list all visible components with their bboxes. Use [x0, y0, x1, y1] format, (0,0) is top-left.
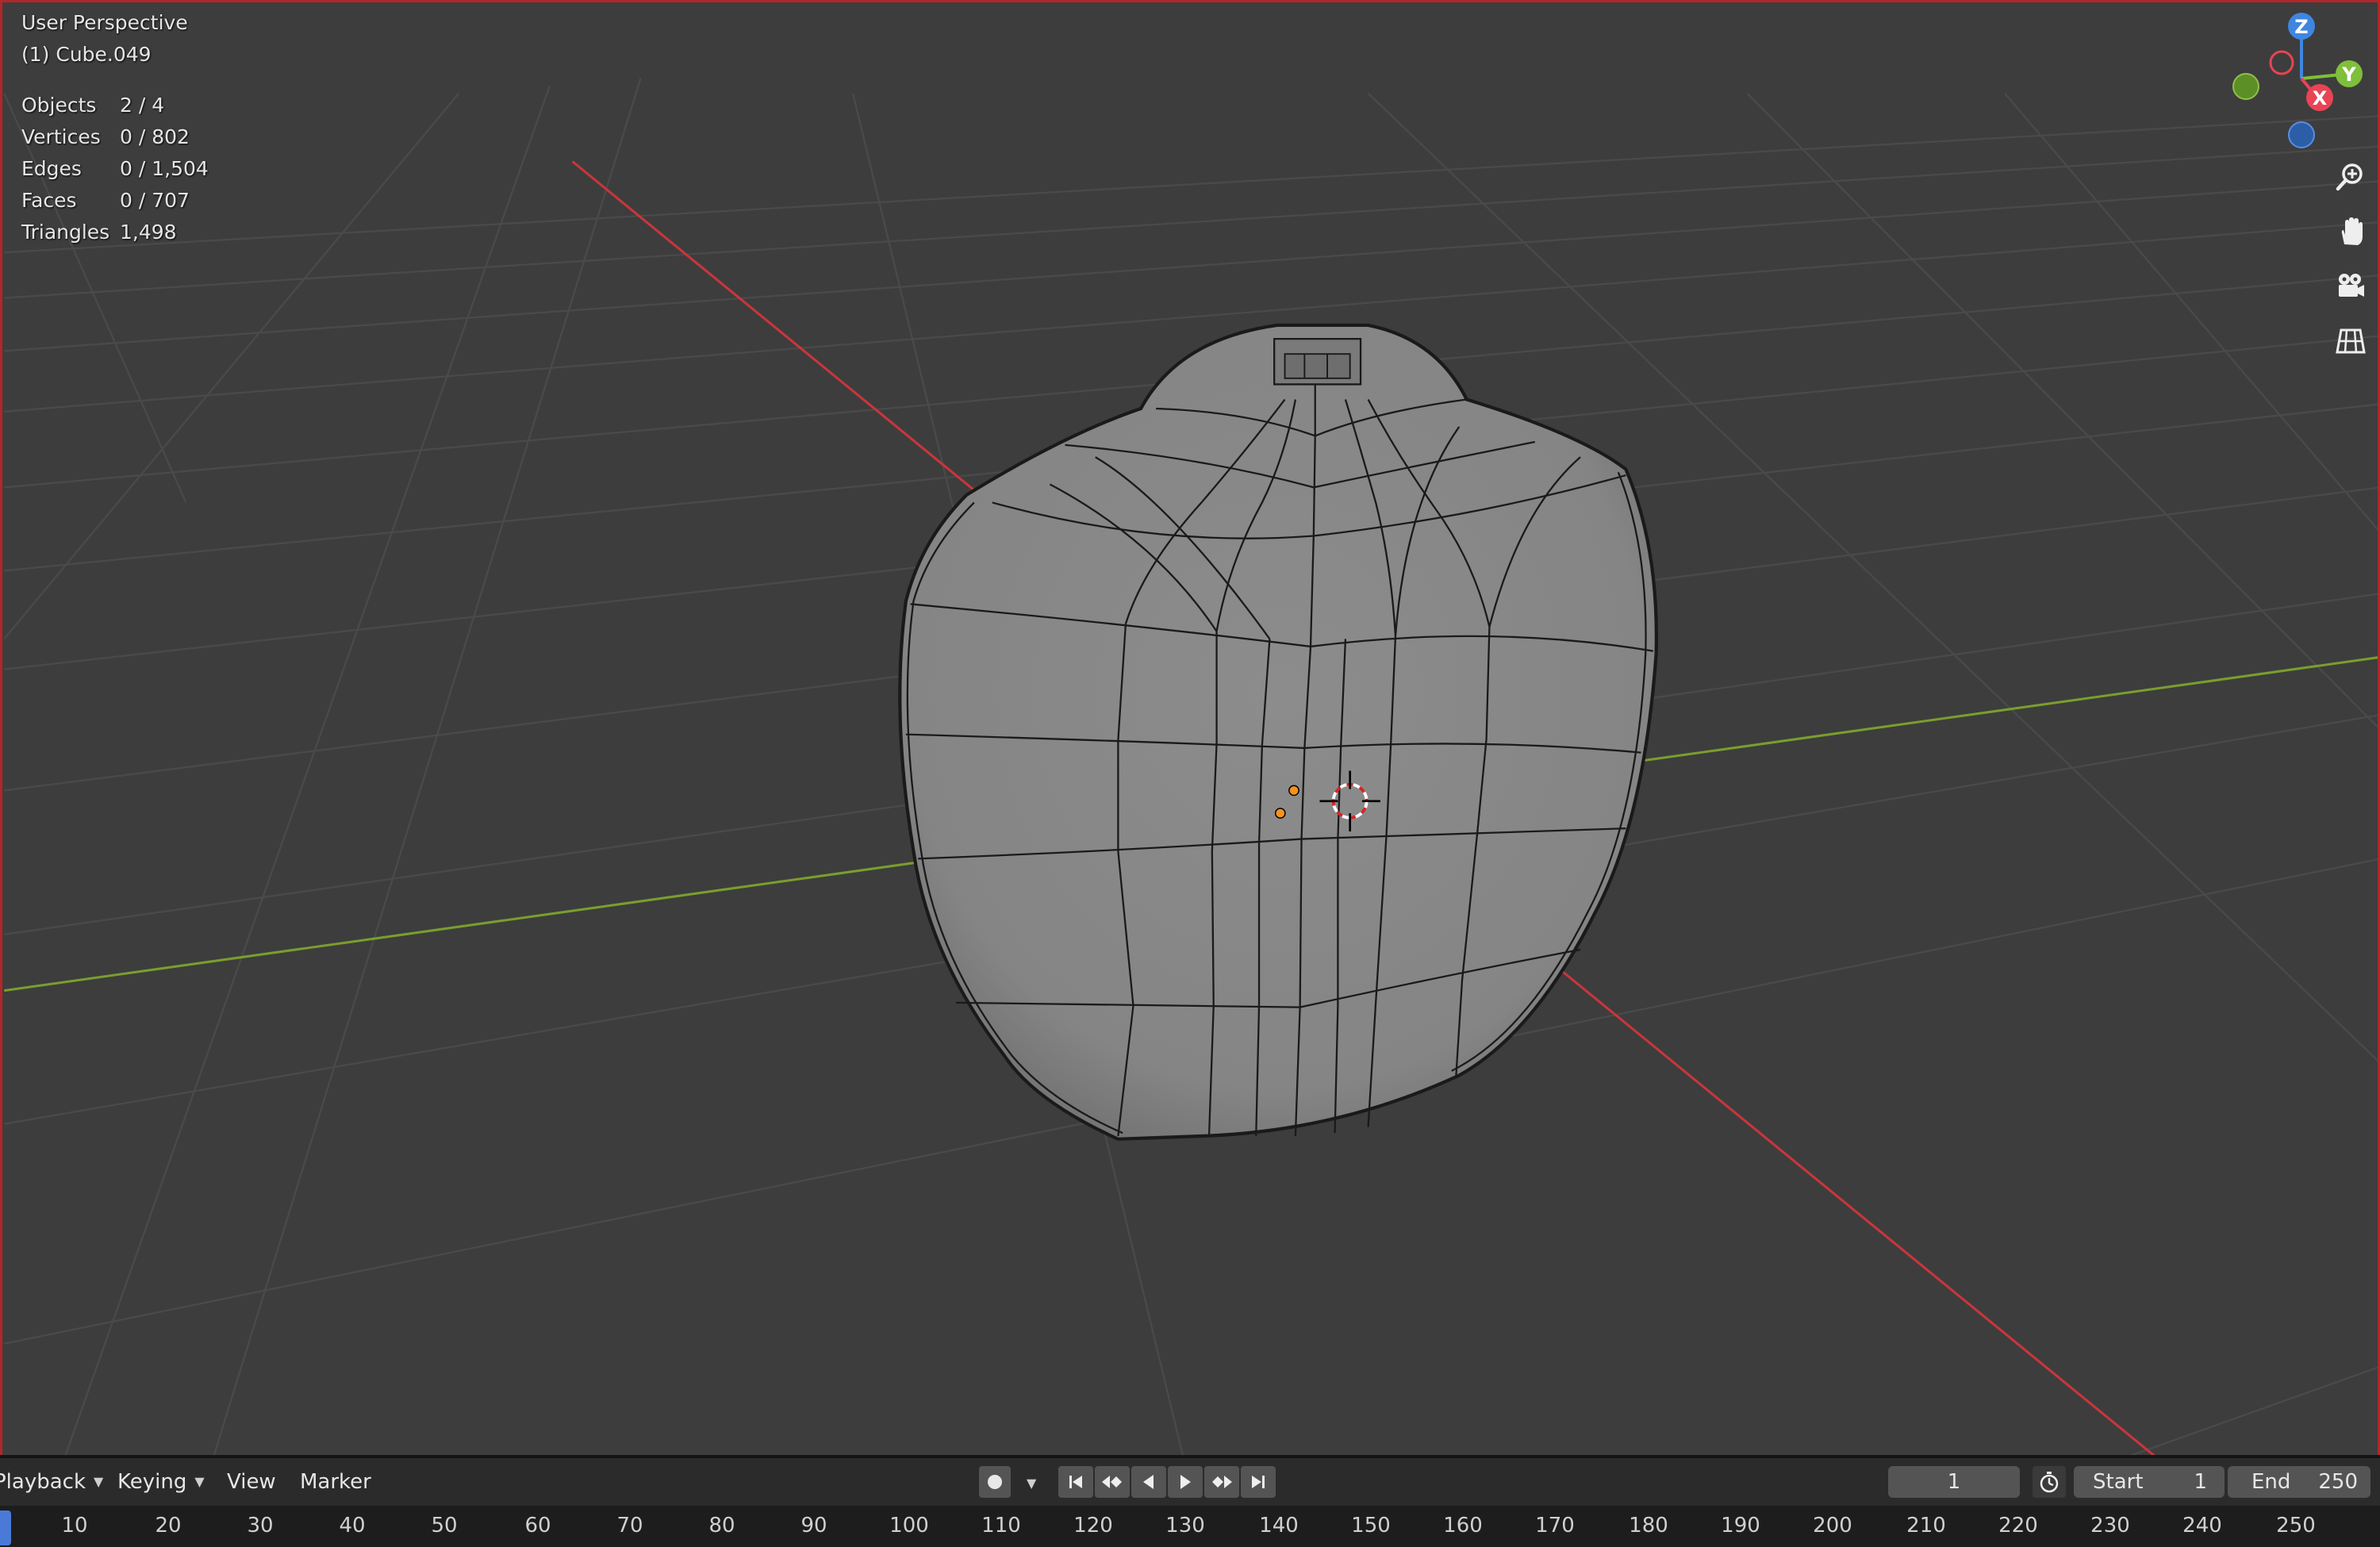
end-frame-field[interactable]: End 250	[2228, 1466, 2370, 1498]
viewport-overlay-text: User Perspective (1) Cube.049 Objects 2 /…	[21, 7, 209, 248]
stat-value: 0 / 802	[120, 125, 190, 148]
origin-point[interactable]	[1288, 785, 1299, 797]
stat-row: Edges 0 / 1,504	[21, 153, 209, 185]
ruler-tick-label: 140	[1259, 1514, 1299, 1537]
stat-label: Triangles	[21, 221, 110, 244]
current-frame-value: 1	[1947, 1470, 1961, 1494]
marker-menu[interactable]: Marker	[300, 1468, 371, 1496]
active-object-name: (1) Cube.049	[21, 43, 152, 66]
record-button[interactable]	[979, 1466, 1011, 1498]
zoom-icon[interactable]	[2327, 153, 2374, 201]
ruler-tick-label: 60	[524, 1514, 551, 1537]
pan-hand-icon[interactable]	[2327, 208, 2374, 255]
view-name: User Perspective	[21, 11, 188, 34]
ruler-tick-label: 250	[2276, 1514, 2316, 1537]
ruler-tick-label: 240	[2182, 1514, 2222, 1537]
cube-049-mesh[interactable]	[898, 323, 1658, 1141]
stat-row: Vertices 0 / 802	[21, 121, 209, 153]
preview-range-toggle[interactable]	[2033, 1466, 2066, 1498]
ruler-tick-label: 160	[1443, 1514, 1483, 1537]
ruler-tick-label: 20	[155, 1514, 182, 1537]
jump-to-end-button[interactable]	[1241, 1466, 1276, 1498]
gizmo-neg-y[interactable]	[2232, 73, 2259, 100]
ortho-grid-icon[interactable]	[2327, 317, 2374, 365]
chevron-down-icon: ▼	[1027, 1476, 1037, 1491]
stat-label: Objects	[21, 94, 97, 117]
end-frame-label: End	[2251, 1470, 2291, 1494]
current-frame-field[interactable]: 1	[1888, 1466, 2020, 1498]
jump-start-icon	[1069, 1476, 1082, 1488]
jump-prev-keyframe-button[interactable]	[1095, 1466, 1130, 1498]
ruler-tick-label: 90	[800, 1514, 827, 1537]
stat-value: 2 / 4	[120, 94, 165, 117]
ruler-tick-label: 220	[1998, 1514, 2038, 1537]
stat-value: 1,498	[120, 221, 177, 244]
ruler-tick-label: 170	[1535, 1514, 1575, 1537]
view-menu-label: View	[227, 1470, 276, 1494]
stat-label: Edges	[21, 157, 82, 180]
ruler-tick-label: 100	[889, 1514, 929, 1537]
gizmo-x-label: X	[2313, 87, 2328, 109]
chevron-down-icon: ▼	[94, 1474, 104, 1489]
keying-menu[interactable]: Keying ▼	[117, 1468, 205, 1496]
playback-menu[interactable]: Playback ▼	[0, 1468, 103, 1496]
ruler-tick-label: 190	[1721, 1514, 1760, 1537]
ruler-tick-label: 50	[431, 1514, 458, 1537]
stat-value: 0 / 707	[120, 189, 190, 212]
auto-keying-options[interactable]: ▼	[1019, 1469, 1036, 1498]
playback-menu-label: Playback	[0, 1470, 86, 1494]
view-menu[interactable]: View	[227, 1468, 276, 1496]
start-frame-label: Start	[2093, 1470, 2144, 1494]
ruler-tick-label: 110	[981, 1514, 1021, 1537]
ruler-tick-label: 10	[61, 1514, 88, 1537]
next-keyframe-icon	[1212, 1476, 1232, 1488]
timeline-header: Playback ▼ Keying ▼ View Marker ▼ 1 Star…	[0, 1458, 2380, 1506]
gizmo-y-label: Y	[2341, 63, 2356, 86]
3d-viewport[interactable]: User Perspective (1) Cube.049 Objects 2 /…	[0, 0, 2380, 1455]
stopwatch-icon	[2040, 1472, 2059, 1493]
stat-row: Objects 2 / 4	[21, 90, 209, 121]
jump-to-start-button[interactable]	[1058, 1466, 1093, 1498]
ruler-tick-label: 80	[708, 1514, 735, 1537]
marker-menu-label: Marker	[300, 1470, 371, 1494]
gizmo-neg-x[interactable]	[2269, 50, 2294, 75]
play-reverse-icon	[1143, 1475, 1154, 1489]
start-frame-value: 1	[2194, 1470, 2207, 1494]
ruler-tick-label: 120	[1073, 1514, 1113, 1537]
end-frame-value: 250	[2318, 1470, 2358, 1494]
viewport-scene[interactable]	[2, 2, 2380, 1455]
play-reverse-button[interactable]	[1131, 1466, 1166, 1498]
chevron-down-icon: ▼	[194, 1474, 205, 1489]
prev-keyframe-icon	[1102, 1476, 1122, 1488]
frame-ruler[interactable]: 10 20 30 40 50 60 70 80 90 100 110 120 1…	[0, 1506, 2380, 1547]
ruler-tick-label: 230	[2090, 1514, 2130, 1537]
play-button[interactable]	[1168, 1466, 1203, 1498]
ruler-tick-label: 130	[1165, 1514, 1205, 1537]
timeline-editor[interactable]: Playback ▼ Keying ▼ View Marker ▼ 1 Star…	[0, 1455, 2380, 1547]
current-frame-marker[interactable]	[0, 1511, 11, 1545]
ruler-tick-label: 200	[1813, 1514, 1852, 1537]
ruler-tick-label: 30	[247, 1514, 274, 1537]
navigation-gizmo[interactable]: Z Y X	[2216, 2, 2374, 161]
stat-row: Faces 0 / 707	[21, 185, 209, 217]
stat-label: Vertices	[21, 125, 101, 148]
ruler-tick-label: 180	[1629, 1514, 1668, 1537]
gizmo-neg-z[interactable]	[2288, 121, 2315, 148]
ruler-tick-label: 210	[1906, 1514, 1946, 1537]
ruler-tick-label: 150	[1351, 1514, 1391, 1537]
keying-menu-label: Keying	[117, 1470, 187, 1494]
play-icon	[1180, 1475, 1191, 1489]
stat-label: Faces	[21, 189, 77, 212]
origin-point[interactable]	[1274, 808, 1286, 819]
ruler-tick-label: 70	[616, 1514, 643, 1537]
jump-end-icon	[1252, 1476, 1265, 1488]
gizmo-z-label: Z	[2294, 16, 2308, 38]
stat-row: Triangles 1,498	[21, 217, 209, 248]
jump-next-keyframe-button[interactable]	[1204, 1466, 1239, 1498]
start-frame-field[interactable]: Start 1	[2074, 1466, 2225, 1498]
record-icon	[988, 1475, 1002, 1489]
camera-icon[interactable]	[2327, 263, 2374, 310]
stat-value: 0 / 1,504	[120, 157, 209, 180]
ruler-tick-label: 40	[339, 1514, 366, 1537]
